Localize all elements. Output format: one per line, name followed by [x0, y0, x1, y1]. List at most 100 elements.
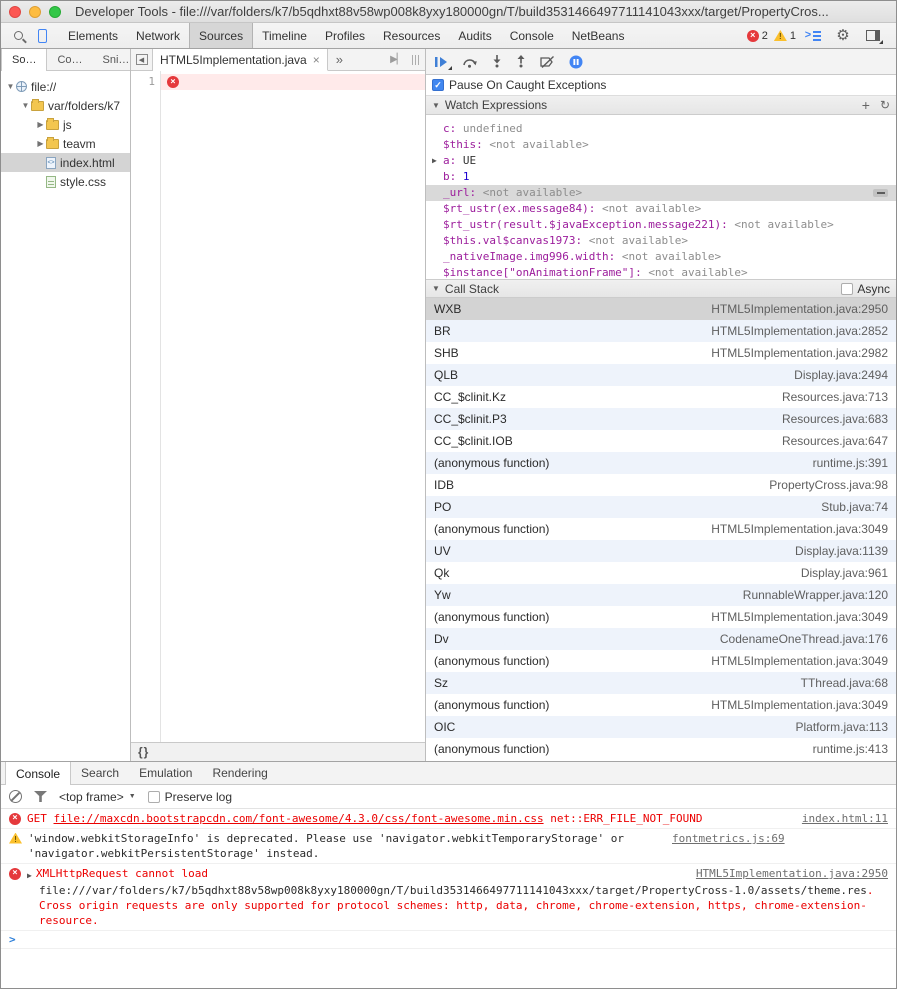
deactivate-breakpoints-button[interactable]: [540, 56, 555, 68]
panel-tab[interactable]: Console: [501, 23, 563, 48]
tree-item[interactable]: ▶ js: [1, 115, 130, 134]
call-stack-frame[interactable]: (anonymous function) HTML5Implementation…: [426, 606, 896, 628]
frame-location[interactable]: HTML5Implementation.java:3049: [711, 698, 888, 712]
navigator-tab[interactable]: Co…: [47, 49, 92, 70]
tree-item[interactable]: index.html: [1, 153, 130, 172]
watch-expression-row[interactable]: $instance["onAnimationFrame"] <not avail…: [426, 265, 896, 279]
frame-location[interactable]: Resources.java:713: [782, 390, 888, 404]
call-stack-frame[interactable]: PO Stub.java:74: [426, 496, 896, 518]
call-stack-frame[interactable]: (anonymous function) HTML5Implementation…: [426, 518, 896, 540]
call-stack-frame[interactable]: SHB HTML5Implementation.java:2982: [426, 342, 896, 364]
inspect-element-button[interactable]: [7, 26, 29, 46]
frame-location[interactable]: HTML5Implementation.java:2950: [711, 302, 888, 316]
line-number[interactable]: 1: [131, 74, 160, 90]
call-stack-frame[interactable]: OIC Platform.java:113: [426, 716, 896, 738]
call-stack-frame[interactable]: CC_$clinit.Kz Resources.java:713: [426, 386, 896, 408]
watch-expression-row[interactable]: b 1: [426, 169, 896, 185]
tree-item[interactable]: ▼ file://: [1, 77, 130, 96]
console-prompt[interactable]: >: [1, 931, 896, 949]
editor-tab[interactable]: HTML5Implementation.java ×: [153, 49, 328, 71]
frame-location[interactable]: PropertyCross.java:98: [769, 478, 888, 492]
filter-icon[interactable]: [34, 791, 47, 802]
preserve-log-checkbox[interactable]: [148, 791, 160, 803]
frame-location[interactable]: Stub.java:74: [821, 500, 888, 514]
minimize-window-button[interactable]: [29, 6, 41, 18]
call-stack-frame[interactable]: (anonymous function) runtime.js:391: [426, 452, 896, 474]
panel-tab[interactable]: Timeline: [253, 23, 316, 48]
call-stack-frame[interactable]: WXB HTML5Implementation.java:2950: [426, 298, 896, 320]
frame-location[interactable]: HTML5Implementation.java:3049: [711, 654, 888, 668]
call-stack-frame[interactable]: QLB Display.java:2494: [426, 364, 896, 386]
watch-expression-row[interactable]: $this.val$canvas1973 <not available>: [426, 233, 896, 249]
call-stack-frame[interactable]: BR HTML5Implementation.java:2852: [426, 320, 896, 342]
request-url-link[interactable]: file://maxcdn.bootstrapcdn.com/font-awes…: [54, 812, 544, 825]
delete-watch-button[interactable]: [873, 189, 888, 197]
message-source-link[interactable]: HTML5Implementation.java:2950: [696, 866, 888, 881]
panel-tab[interactable]: Profiles: [316, 23, 374, 48]
expand-arrow-icon[interactable]: ▶: [35, 120, 46, 129]
call-stack-frame[interactable]: CC_$clinit.P3 Resources.java:683: [426, 408, 896, 430]
expand-arrow-icon[interactable]: ▶: [432, 153, 443, 169]
refresh-watch-button[interactable]: ↻: [880, 99, 890, 111]
drawer-tab[interactable]: Search: [71, 762, 129, 784]
panel-tab[interactable]: Network: [127, 23, 189, 48]
call-stack-frame[interactable]: (anonymous function) runtime.js:413: [426, 738, 896, 760]
drawer-tab[interactable]: Rendering: [202, 762, 277, 784]
more-tabs-button[interactable]: »: [328, 49, 351, 70]
watch-expression-row[interactable]: ▶ a UE: [426, 153, 896, 169]
frame-location[interactable]: CodenameOneThread.java:176: [720, 632, 888, 646]
message-source-link[interactable]: fontmetrics.js:69: [672, 831, 785, 846]
step-over-button[interactable]: [462, 56, 478, 68]
watch-expression-row[interactable]: $rt_ustr(result.$javaException.message22…: [426, 217, 896, 233]
watch-expression-row[interactable]: $this <not available>: [426, 137, 896, 153]
watch-expression-row[interactable]: _url <not available>: [426, 185, 896, 201]
error-badge[interactable]: × 2: [747, 30, 768, 42]
drawer-tab[interactable]: Emulation: [129, 762, 202, 784]
tree-item[interactable]: style.css: [1, 172, 130, 191]
pause-on-exceptions-button[interactable]: [569, 55, 583, 69]
code-editor[interactable]: 1 ×: [131, 71, 425, 742]
execution-context-selector[interactable]: <top frame> ▼: [59, 790, 136, 804]
resume-button[interactable]: [434, 56, 448, 68]
async-checkbox[interactable]: [841, 283, 853, 295]
call-stack-frame[interactable]: Yw RunnableWrapper.java:120: [426, 584, 896, 606]
step-into-button[interactable]: [492, 55, 502, 68]
frame-location[interactable]: runtime.js:413: [813, 742, 888, 756]
close-tab-icon[interactable]: ×: [313, 54, 320, 66]
play-pause-icon[interactable]: ▶▏: [390, 54, 403, 65]
frame-location[interactable]: HTML5Implementation.java:2982: [711, 346, 888, 360]
call-stack-frame[interactable]: CC_$clinit.IOB Resources.java:647: [426, 430, 896, 452]
watch-expression-row[interactable]: $rt_ustr(ex.message84) <not available>: [426, 201, 896, 217]
frame-location[interactable]: RunnableWrapper.java:120: [743, 588, 888, 602]
add-watch-button[interactable]: +: [862, 98, 870, 112]
message-source-link[interactable]: index.html:11: [802, 811, 888, 826]
tree-item[interactable]: ▶ teavm: [1, 134, 130, 153]
frame-location[interactable]: Resources.java:647: [782, 434, 888, 448]
expand-arrow-icon[interactable]: ▼: [20, 101, 31, 110]
device-mode-button[interactable]: [31, 26, 53, 46]
watch-expression-row[interactable]: c undefined: [426, 121, 896, 137]
panel-tab[interactable]: Audits: [449, 23, 500, 48]
expand-message-icon[interactable]: ▶: [27, 868, 32, 883]
frame-location[interactable]: HTML5Implementation.java:3049: [711, 610, 888, 624]
panel-tab[interactable]: Sources: [189, 23, 253, 48]
call-stack-frame[interactable]: IDB PropertyCross.java:98: [426, 474, 896, 496]
vertical-bars-icon[interactable]: [412, 55, 420, 65]
panel-tab[interactable]: NetBeans: [563, 23, 634, 48]
step-out-button[interactable]: [516, 55, 526, 68]
frame-location[interactable]: HTML5Implementation.java:3049: [711, 522, 888, 536]
error-line[interactable]: ×: [161, 74, 425, 90]
call-stack-frame[interactable]: Sz TThread.java:68: [426, 672, 896, 694]
settings-button[interactable]: ⚙: [832, 26, 854, 46]
frame-location[interactable]: runtime.js:391: [813, 456, 888, 470]
panel-tab[interactable]: Elements: [59, 23, 127, 48]
close-window-button[interactable]: [9, 6, 21, 18]
drawer-tab[interactable]: Console: [5, 762, 71, 785]
call-stack-frame[interactable]: (anonymous function) HTML5Implementation…: [426, 694, 896, 716]
frame-location[interactable]: Platform.java:113: [796, 720, 889, 734]
watch-expressions-header[interactable]: ▼ Watch Expressions + ↻: [426, 96, 896, 115]
tree-item[interactable]: ▼ var/folders/k7: [1, 96, 130, 115]
code-area[interactable]: ×: [161, 71, 425, 742]
zoom-window-button[interactable]: [49, 6, 61, 18]
pretty-print-button[interactable]: {}: [138, 745, 149, 759]
